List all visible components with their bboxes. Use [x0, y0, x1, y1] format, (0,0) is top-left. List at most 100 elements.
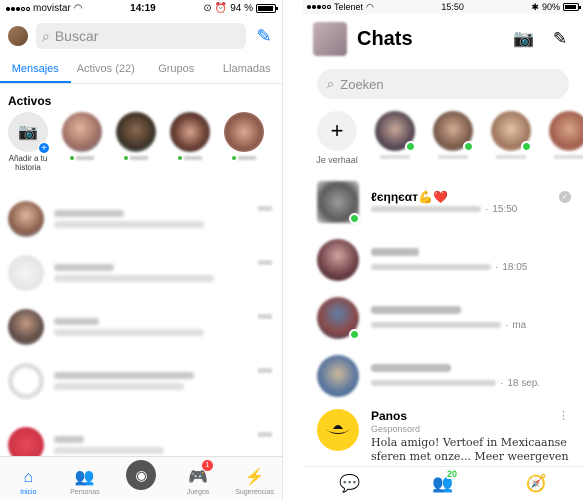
sponsored-message: Hola amigo! Vertoef in Mexicaanse sferen…	[371, 436, 569, 463]
list-item[interactable]	[0, 246, 282, 300]
avatar	[317, 297, 360, 340]
avatar	[8, 201, 44, 237]
contact-name	[124, 156, 148, 160]
compose-icon[interactable]: ✎	[547, 29, 573, 49]
status-bar: Telenet ◠ 15:50 ✱ 90%	[303, 0, 583, 14]
add-story-circle[interactable]: 📷 +	[8, 112, 50, 154]
wifi-icon: ◠	[366, 1, 374, 12]
avatar	[549, 111, 583, 151]
chat-time: 15:50	[492, 203, 518, 215]
tab-discover[interactable]: 🧭	[490, 467, 583, 500]
search-placeholder: Buscar	[54, 28, 99, 44]
tab-inicio[interactable]: ⌂ Inicio	[0, 457, 57, 500]
avatar	[375, 111, 416, 152]
screenshot-root: movistar ◠ 14:19 ⊙ ⏰ 94 % ⌕ Buscar ✎ Men…	[0, 0, 583, 500]
tabs: Mensajes Activos (22) Grupos Llamadas	[0, 54, 282, 84]
search-placeholder: Zoeken	[340, 76, 384, 92]
contact-name	[178, 156, 202, 160]
tab-juegos[interactable]: 🎮 1 Juegos	[170, 457, 227, 500]
tab-mensajes[interactable]: Mensajes	[0, 54, 71, 83]
list-item[interactable]: · ma	[303, 289, 583, 347]
list-item[interactable]	[0, 300, 282, 354]
chat-time: 18 sep.	[507, 377, 541, 389]
sponsored-label: Gesponsord	[371, 424, 421, 434]
compass-icon: 🧭	[525, 473, 547, 493]
lock-icon: ⊙	[203, 3, 212, 14]
clock: 14:19	[130, 3, 156, 14]
avatar	[62, 112, 102, 152]
people-count-badge: 20	[446, 469, 457, 479]
add-story-circle[interactable]: +	[317, 111, 357, 151]
tab-chats[interactable]: 💬	[303, 467, 396, 500]
tab-grupos[interactable]: Grupos	[141, 54, 212, 83]
clock: 15:50	[441, 2, 464, 12]
conversation-list: ℓєηηєαт💪❤️ · 15:50 ✓ · 18:05 · ma · 18 s…	[303, 173, 583, 471]
page-title: Chats	[357, 27, 413, 50]
read-check-icon: ✓	[559, 191, 571, 203]
active-heading: Activos	[8, 94, 52, 108]
sponsor-name: Panos	[371, 409, 408, 423]
tab-camera[interactable]: ◉	[113, 457, 170, 500]
camera-icon: 📷	[18, 124, 38, 141]
top-bar: ⌕ Buscar ✎	[0, 20, 282, 52]
tab-people[interactable]: 👥 20	[396, 467, 489, 500]
story-contact[interactable]	[433, 111, 474, 173]
battery-percent: 94 %	[230, 3, 253, 14]
status-bar: movistar ◠ 14:19 ⊙ ⏰ 94 %	[0, 0, 282, 17]
list-item[interactable]: · 18:05	[303, 231, 583, 289]
search-icon: ⌕	[42, 27, 50, 44]
chat-time: 18:05	[502, 261, 528, 273]
search-input[interactable]: ⌕ Buscar	[36, 23, 246, 49]
story-contact[interactable]	[375, 111, 416, 173]
signal-icon	[6, 6, 30, 11]
alarm-icon: ⏰	[214, 3, 228, 14]
wifi-icon: ◠	[73, 3, 83, 14]
profile-avatar[interactable]	[8, 26, 28, 46]
tab-llamadas[interactable]: Llamadas	[212, 54, 283, 83]
list-item[interactable]	[0, 192, 282, 246]
stories-row: + Je verhaal	[303, 111, 583, 173]
avatar	[170, 112, 210, 152]
tab-activos[interactable]: Activos (22)	[71, 54, 142, 83]
story-contact[interactable]	[549, 111, 583, 173]
story-contact[interactable]	[491, 111, 532, 173]
chat-time: ma	[512, 319, 527, 331]
avatar	[317, 239, 359, 281]
list-item[interactable]: ℓєηηєαт💪❤️ · 15:50 ✓	[303, 173, 583, 231]
active-contact[interactable]	[62, 112, 102, 184]
people-icon: 👥	[74, 469, 95, 486]
add-story[interactable]: + Je verhaal	[316, 111, 358, 173]
add-story[interactable]: 📷 + Añadir a tu historia	[8, 112, 50, 184]
battery-icon	[562, 3, 581, 11]
right-phone-screen: Telenet ◠ 15:50 ✱ 90% Chats 📷 ✎ ⌕ Zoeken…	[303, 0, 583, 500]
camera-icon[interactable]: 📷	[511, 29, 537, 49]
sponsor-logo	[317, 409, 359, 451]
add-story-label: Je verhaal	[316, 155, 358, 165]
active-stories-row: 📷 + Añadir a tu historia	[0, 112, 282, 184]
carrier-label: movistar	[33, 3, 71, 14]
lightning-icon: ⚡	[244, 469, 265, 486]
avatar	[317, 355, 359, 397]
sponsored-item[interactable]: Panos Gesponsord Hola amigo! Vertoef in …	[303, 405, 583, 471]
list-item[interactable]: · 18 sep.	[303, 347, 583, 405]
more-options-icon[interactable]: ⋮	[558, 409, 569, 422]
contact-name	[70, 156, 94, 160]
avatar	[433, 111, 474, 152]
active-contact[interactable]	[116, 112, 156, 184]
avatar	[8, 363, 44, 399]
plus-icon: +	[330, 118, 344, 143]
list-item[interactable]	[0, 354, 282, 408]
plus-icon: +	[38, 142, 50, 154]
tab-sugerencias[interactable]: ⚡ Sugerencias	[226, 457, 282, 500]
carrier-label: Telenet	[334, 2, 364, 12]
tab-personas[interactable]: 👥 Personas	[57, 457, 114, 500]
chat-bubble-icon: 💬	[339, 473, 361, 493]
chat-name: ℓєηηєαт💪❤️	[371, 189, 448, 204]
search-input[interactable]: ⌕ Zoeken	[317, 69, 569, 99]
compose-icon[interactable]: ✎	[254, 26, 274, 46]
active-contact[interactable]	[170, 112, 210, 184]
active-contact[interactable]	[224, 112, 264, 184]
avatar	[317, 181, 360, 224]
profile-avatar[interactable]	[313, 22, 347, 56]
battery-icon	[256, 4, 278, 13]
